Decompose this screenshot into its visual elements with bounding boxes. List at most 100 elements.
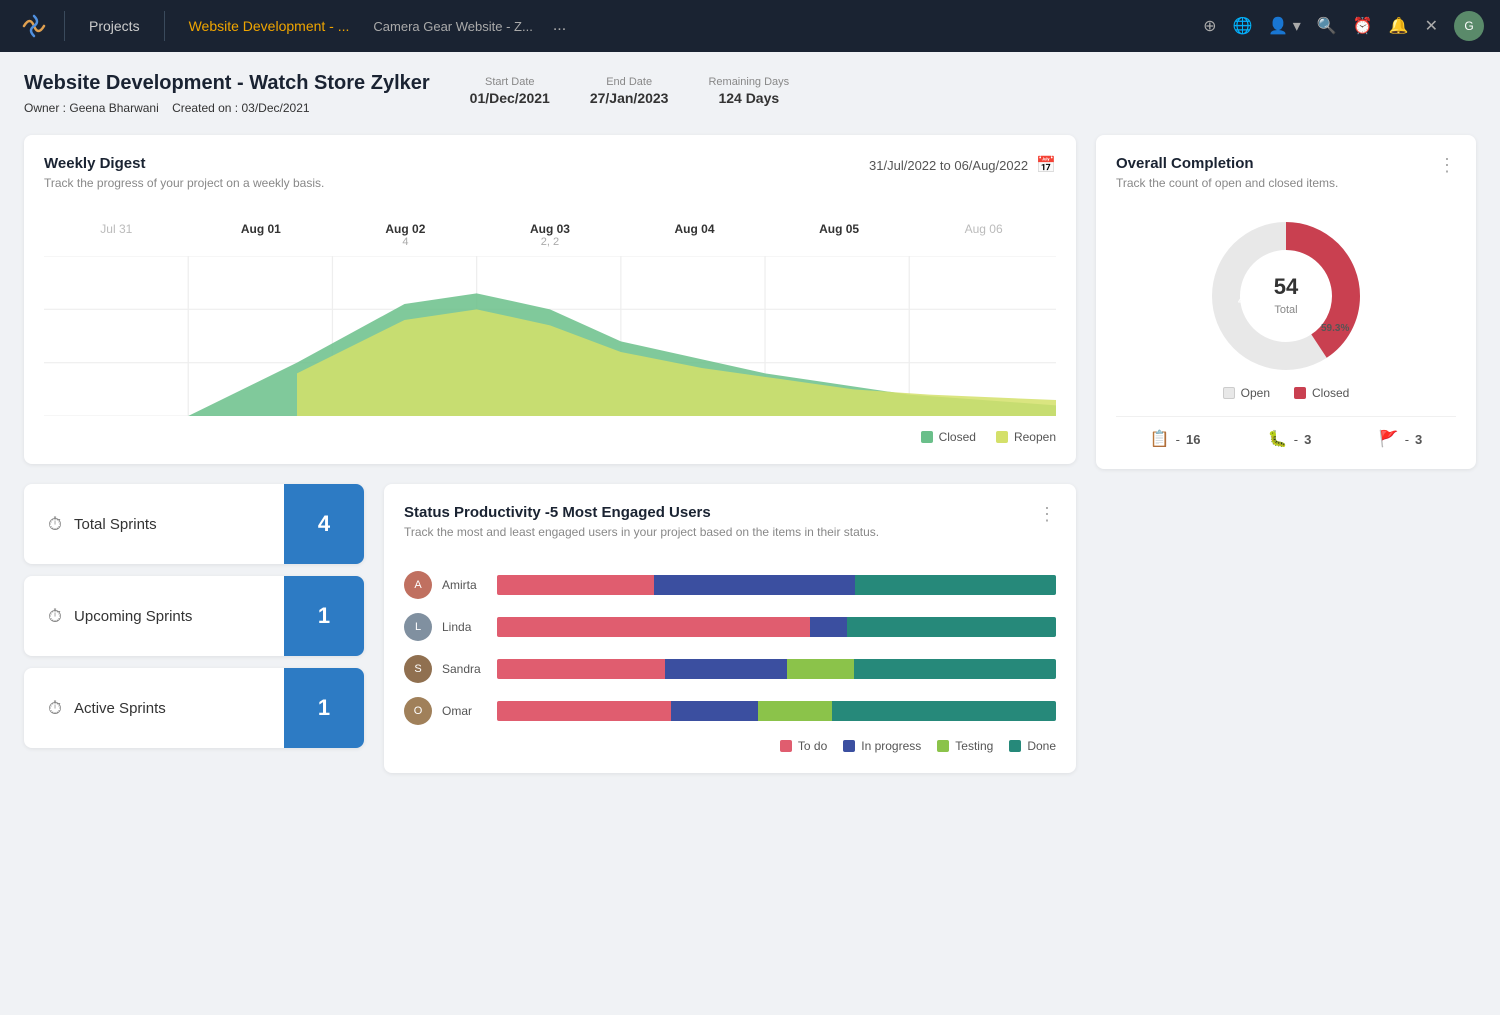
segment-todo — [497, 575, 654, 595]
user-avatar[interactable]: G — [1454, 11, 1484, 41]
segment-done — [847, 617, 1056, 637]
date-labels-row: Jul 31 Aug 01 Aug 024 Aug 032, 2 Aug 04 … — [44, 222, 1056, 248]
calendar-icon[interactable]: 📅 — [1036, 155, 1056, 175]
date-aug04: Aug 04 — [665, 222, 725, 248]
active-sprints-count: 1 — [284, 668, 364, 748]
end-date-item: End Date 27/Jan/2023 — [590, 76, 669, 106]
nav-icons-group: ⊕ 🌐 👤 ▾ 🔍 ⏰ 🔔 ✕ G — [1203, 11, 1484, 41]
nav-projects[interactable]: Projects — [77, 18, 152, 34]
remaining-days-item: Remaining Days 124 Days — [708, 76, 789, 106]
total-sprints-icon: ⏱ — [48, 514, 62, 535]
bar-row-linda: LLinda — [404, 613, 1056, 641]
user-dropdown-icon[interactable]: 👤 ▾ — [1268, 16, 1300, 36]
segment-testing — [758, 701, 833, 721]
legend-closed-donut: Closed — [1294, 386, 1349, 400]
search-icon[interactable]: 🔍 — [1317, 16, 1337, 36]
bug-icon: 🐛 — [1268, 429, 1288, 449]
legend-inprogress: In progress — [843, 739, 921, 753]
inprogress-label: In progress — [861, 739, 921, 753]
segment-done — [854, 659, 1056, 679]
open-pct-label: 59.3% — [1321, 323, 1349, 334]
weekly-chart-area: Jul 31 Aug 01 Aug 024 Aug 032, 2 Aug 04 … — [44, 222, 1056, 422]
left-column: Weekly Digest Track the progress of your… — [24, 135, 1076, 773]
productivity-subtitle: Track the most and least engaged users i… — [404, 525, 879, 539]
segment-inprogress — [654, 575, 855, 595]
nav-more-dots[interactable]: ... — [545, 17, 574, 35]
overall-subtitle: Track the count of open and closed items… — [1116, 176, 1338, 190]
nav-divider — [64, 11, 65, 41]
avatar-omar: O — [404, 697, 432, 725]
start-date-label: Start Date — [470, 76, 550, 88]
nav-current-tab[interactable]: Camera Gear Website - Z... — [361, 19, 544, 34]
inprogress-dot — [843, 740, 855, 752]
add-icon[interactable]: ⊕ — [1203, 16, 1216, 36]
weekly-digest-info: Weekly Digest Track the progress of your… — [44, 155, 324, 206]
legend-reopen: Reopen — [996, 430, 1056, 444]
stat-bugs: 🐛 - 3 — [1268, 429, 1312, 449]
stat-flags-value: 3 — [1415, 432, 1422, 447]
total-sprints-text: Total Sprints — [74, 516, 157, 533]
segment-testing — [787, 659, 854, 679]
sprint-cards: ⏱ Total Sprints 4 ⏱ Upcoming Sprints 1 — [24, 484, 364, 773]
productivity-info: Status Productivity -5 Most Engaged User… — [404, 504, 879, 555]
bell-icon[interactable]: 🔔 — [1389, 16, 1409, 36]
globe-icon[interactable]: 🌐 — [1233, 16, 1253, 36]
donut-center: 54 Total — [1274, 274, 1298, 318]
bar-name-omar: Omar — [442, 704, 487, 718]
closed-dot — [921, 431, 933, 443]
remaining-value: 124 Days — [708, 90, 789, 106]
owner-label: Owner : — [24, 101, 66, 115]
bar-track-linda — [497, 617, 1056, 637]
active-sprints-row: ⏱ Active Sprints 1 — [24, 668, 364, 748]
segment-todo — [497, 659, 665, 679]
bar-track-amirta — [497, 575, 1056, 595]
productivity-header: Status Productivity -5 Most Engaged User… — [404, 504, 1056, 555]
overall-info: Overall Completion Track the count of op… — [1116, 155, 1338, 206]
flag-icon: 🚩 — [1379, 429, 1399, 449]
stat-dash3: - — [1405, 432, 1409, 447]
bar-track-omar — [497, 701, 1056, 721]
nav-active-project[interactable]: Website Development - ... — [177, 18, 362, 34]
stat-dash1: - — [1176, 432, 1180, 447]
overall-header: Overall Completion Track the count of op… — [1116, 155, 1456, 206]
close-icon[interactable]: ✕ — [1425, 16, 1438, 36]
weekly-digest-subtitle: Track the progress of your project on a … — [44, 176, 324, 190]
weekly-date-range: 31/Jul/2022 to 06/Aug/2022 📅 — [869, 155, 1056, 175]
weekly-digest-card: Weekly Digest Track the progress of your… — [24, 135, 1076, 464]
bar-row-sandra: SSandra — [404, 655, 1056, 683]
bar-chart-container: A Amirta LLinda SSandra O Omar — [404, 571, 1056, 725]
owner-name: Geena Bharwani — [69, 101, 158, 115]
bar-name-sandra: Sandra — [442, 662, 487, 676]
bar-row-omar: O Omar — [404, 697, 1056, 725]
open-legend-label: Open — [1241, 386, 1270, 400]
start-date-value: 01/Dec/2021 — [470, 90, 550, 106]
productivity-menu-dots[interactable]: ⋮ — [1038, 504, 1056, 525]
legend-closed: Closed — [921, 430, 976, 444]
segment-inprogress — [810, 617, 847, 637]
segment-inprogress — [671, 701, 758, 721]
end-date-value: 27/Jan/2023 — [590, 90, 669, 106]
app-logo[interactable] — [16, 8, 52, 44]
bar-name-amirta: Amirta — [442, 578, 487, 592]
avatar-amirta: A — [404, 571, 432, 599]
clock-icon[interactable]: ⏰ — [1353, 16, 1373, 36]
stat-flags: 🚩 - 3 — [1379, 429, 1423, 449]
active-sprints-text: Active Sprints — [74, 700, 166, 717]
open-legend-dot — [1223, 387, 1235, 399]
active-sprints-icon: ⏱ — [48, 698, 62, 719]
weekly-digest-title: Weekly Digest — [44, 155, 324, 172]
date-aug06: Aug 06 — [954, 222, 1014, 248]
reopen-dot — [996, 431, 1008, 443]
overall-completion-card: Overall Completion Track the count of op… — [1096, 135, 1476, 469]
overall-menu-dots[interactable]: ⋮ — [1438, 155, 1456, 176]
productivity-card: Status Productivity -5 Most Engaged User… — [384, 484, 1076, 773]
donut-chart-container: 40.7% 59.3% 54 Total — [1206, 216, 1366, 376]
donut-legend: Open Closed — [1116, 386, 1456, 400]
legend-done: Done — [1009, 739, 1056, 753]
segment-done — [855, 575, 1056, 595]
aug03-num: 2, 2 — [520, 236, 580, 248]
stat-bugs-value: 3 — [1304, 432, 1311, 447]
project-dates: Start Date 01/Dec/2021 End Date 27/Jan/2… — [470, 76, 790, 106]
bar-row-amirta: A Amirta — [404, 571, 1056, 599]
bar-name-linda: Linda — [442, 620, 487, 634]
